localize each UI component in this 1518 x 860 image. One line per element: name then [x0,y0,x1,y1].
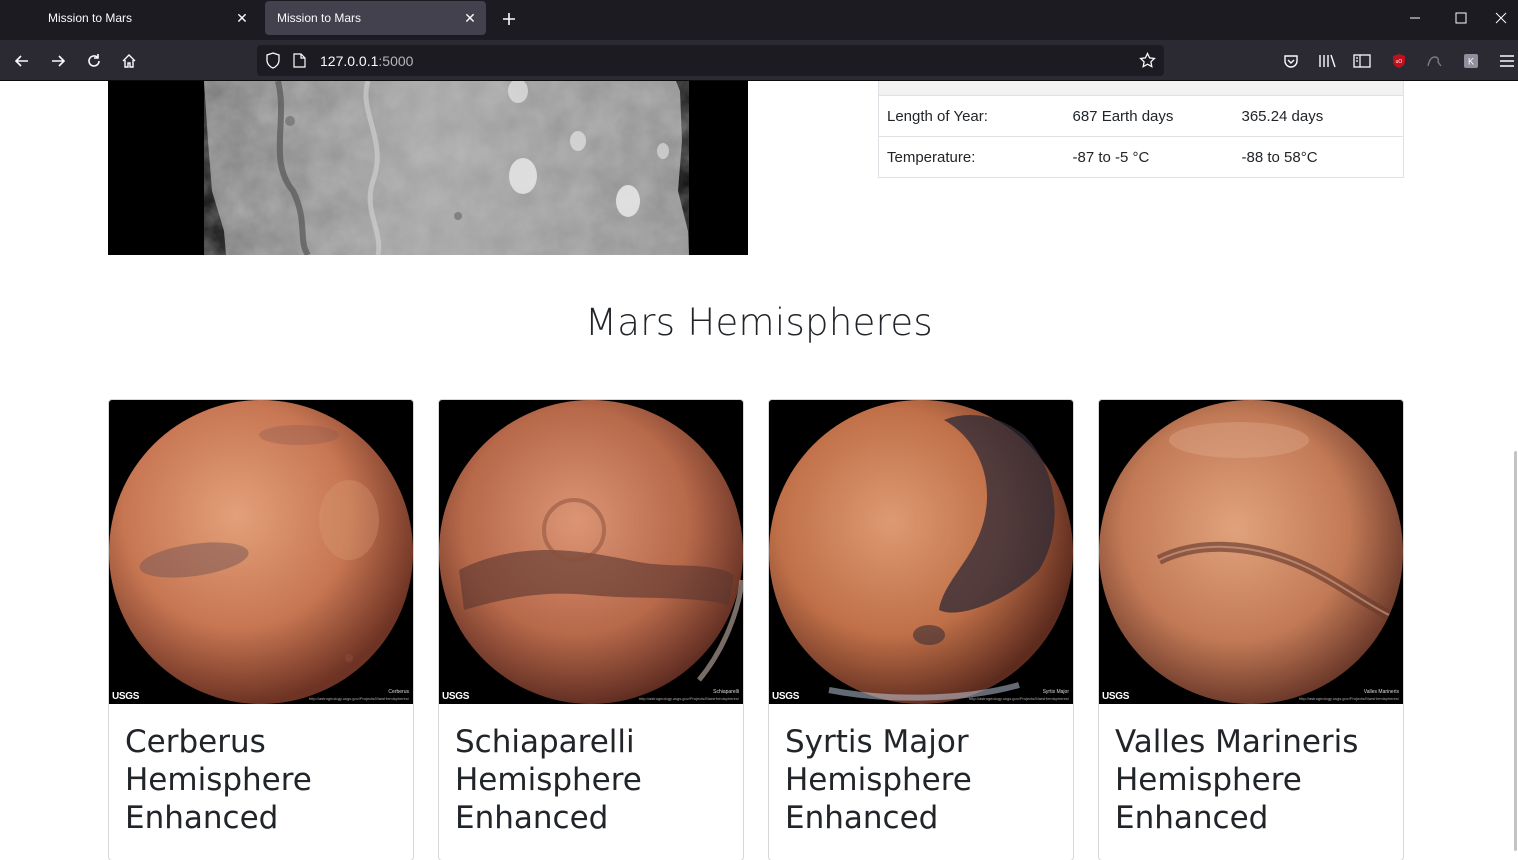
hemisphere-card-valles-marineris[interactable]: USGS Valles Marineris http://astrogeolog… [1098,399,1404,860]
close-window-button[interactable] [1484,0,1518,36]
earth-value: 365.24 days [1233,95,1404,137]
library-button[interactable] [1314,48,1340,74]
featured-mars-image [108,81,748,255]
hemispheres-heading: Mars Hemispheres [585,301,933,344]
url-port: :5000 [378,53,414,69]
keyboard-extension-icon: K [1464,54,1478,68]
ublock-icon: uO [1393,54,1405,68]
hemisphere-title[interactable]: Syrtis Major Hemisphere Enhanced [785,723,1065,837]
table-row [878,81,1404,96]
hemisphere-card-syrtis-major[interactable]: USGS Syrtis Major http://astrogeology.us… [768,399,1074,860]
tab-title: Mission to Mars [277,11,362,25]
plus-icon [503,13,515,25]
hemisphere-title[interactable]: Cerberus Hemisphere Enhanced [125,723,405,837]
image-caption: Syrtis Major [1042,689,1069,695]
image-caption: Schiaparelli [713,689,739,695]
hemisphere-image[interactable]: USGS Cerberus http://astrogeology.usgs.g… [109,400,413,704]
menu-button[interactable] [1494,48,1518,74]
home-icon [122,54,136,68]
usgs-logo: USGS [772,691,800,702]
bookmark-star-icon[interactable] [1139,52,1156,69]
tab-title: Mission to Mars [48,11,133,25]
extension-icon [1427,56,1442,67]
image-source-url: http://astrogeology.usgs.gov/Projects/Ma… [1299,696,1399,701]
mars-facts-table: Length of Year: 687 Earth days 365.24 da… [878,81,1404,178]
hemisphere-image[interactable]: USGS Schiaparelli http://astrogeology.us… [439,400,743,704]
reload-icon [88,54,100,67]
home-button[interactable] [116,48,142,74]
hemisphere-image[interactable]: USGS Syrtis Major http://astrogeology.us… [769,400,1073,704]
hemisphere-image[interactable]: USGS Valles Marineris http://astrogeolog… [1099,400,1403,704]
table-cell [1233,81,1404,96]
page-scrollbar[interactable] [1512,81,1518,860]
minimize-button[interactable] [1392,0,1438,36]
fact-label: Temperature: [878,136,1065,178]
close-icon[interactable]: ✕ [460,8,480,28]
page-content: Length of Year: 687 Earth days 365.24 da… [0,81,1518,860]
url-host: 127.0.0.1 [320,53,379,69]
close-icon [1495,12,1507,24]
maximize-icon [1455,12,1467,24]
tab-mission-to-mars-1[interactable]: Mission to Mars ✕ [36,0,258,36]
svg-text:uO: uO [1396,59,1403,65]
ublock-extension-button[interactable]: uO [1386,48,1412,74]
usgs-logo: USGS [112,691,140,702]
arrow-left-icon [14,55,28,67]
keyboard-extension-button[interactable]: K [1458,48,1484,74]
extension-button[interactable] [1421,48,1447,74]
image-caption: Valles Marineris [1363,689,1399,695]
image-caption: Cerberus [388,689,409,695]
close-icon[interactable]: ✕ [232,8,252,28]
hemisphere-title[interactable]: Valles Marineris Hemisphere Enhanced [1115,723,1395,837]
svg-text:K: K [1468,57,1474,67]
arrow-right-icon [52,55,66,67]
maximize-button[interactable] [1438,0,1484,36]
mars-value: 687 Earth days [1064,95,1234,137]
minimize-icon [1410,17,1420,19]
table-cell [878,81,1065,96]
shield-icon[interactable] [265,52,281,69]
image-source-url: http://astrogeology.usgs.gov/Projects/Ma… [309,696,409,701]
page-icon[interactable] [293,53,306,68]
table-row: Temperature: -87 to -5 °C -88 to 58°C [878,136,1404,178]
hemisphere-card-cerberus[interactable]: USGS Cerberus http://astrogeology.usgs.g… [108,399,414,860]
hemisphere-title[interactable]: Schiaparelli Hemisphere Enhanced [455,723,735,837]
library-icon [1319,54,1336,68]
new-tab-button[interactable] [498,8,520,30]
back-button[interactable] [9,48,35,74]
tab-mission-to-mars-2[interactable]: Mission to Mars ✕ [265,1,486,35]
tab-bar: Mission to Mars ✕ Mission to Mars ✕ [0,0,1518,40]
sidebar-icon [1353,54,1371,68]
scrollbar-thumb[interactable] [1514,451,1517,851]
navigation-toolbar: 127.0.0.1:5000 uO K [0,40,1518,81]
forward-button[interactable] [45,48,71,74]
image-source-url: http://astrogeology.usgs.gov/Projects/Ma… [639,696,739,701]
usgs-logo: USGS [442,691,470,702]
url-bar[interactable]: 127.0.0.1:5000 [257,45,1164,76]
earth-value: -88 to 58°C [1233,136,1404,178]
reload-button[interactable] [81,48,107,74]
fact-label: Length of Year: [878,95,1065,137]
sidebar-button[interactable] [1349,48,1375,74]
pocket-icon [1284,55,1298,68]
hemisphere-card-schiaparelli[interactable]: USGS Schiaparelli http://astrogeology.us… [438,399,744,860]
pocket-button[interactable] [1278,48,1304,74]
hamburger-menu-icon [1500,55,1514,67]
table-cell [1064,81,1234,96]
url-text[interactable]: 127.0.0.1:5000 [320,53,413,69]
table-row: Length of Year: 687 Earth days 365.24 da… [878,95,1404,137]
image-source-url: http://astrogeology.usgs.gov/Projects/Ma… [969,696,1069,701]
usgs-logo: USGS [1102,691,1130,702]
mars-value: -87 to -5 °C [1064,136,1234,178]
